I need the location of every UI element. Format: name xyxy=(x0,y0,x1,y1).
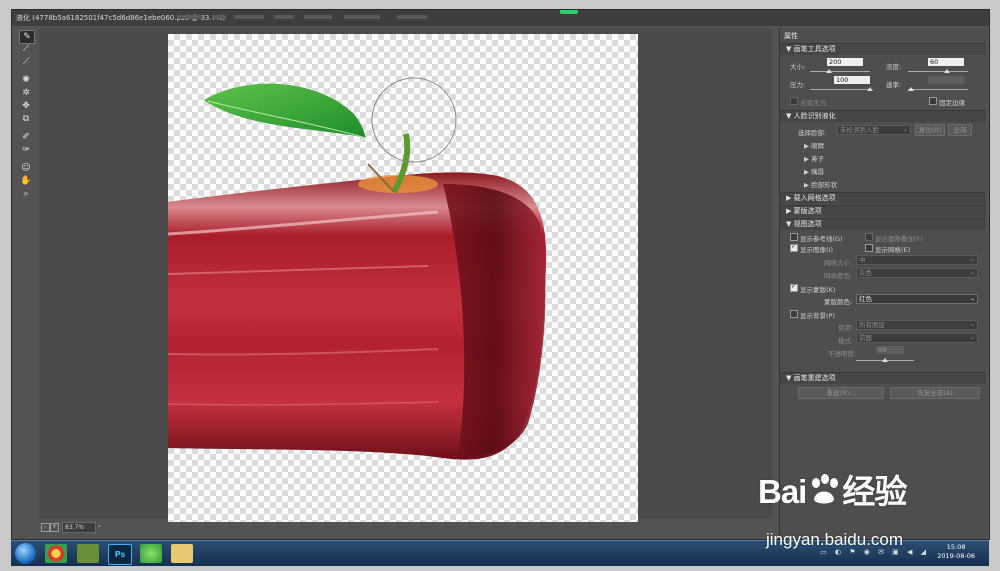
mesh-size-label: 网格大小: xyxy=(824,259,853,267)
show-backdrop-checkbox[interactable] xyxy=(790,310,798,318)
mask-options-header[interactable]: ▶ 蒙版选项 xyxy=(780,205,986,217)
mesh-size-dropdown[interactable]: 中 ⌄ xyxy=(856,255,978,265)
show-mask-label: 显示蒙版(K) xyxy=(800,286,836,294)
liquify-toolbar: ✎ ⟋ ⟋ ✺ ✲ ✥ ⧉ ✐ ✑ ☺ ✋ ⌕ xyxy=(16,30,36,210)
minecraft-icon[interactable] xyxy=(77,544,99,563)
show-image-label: 显示图像(I) xyxy=(800,246,833,254)
update-app-icon[interactable] xyxy=(140,544,162,563)
chevron-down-icon: ⌄ xyxy=(969,269,975,276)
face-tool-icon[interactable]: ☺ xyxy=(19,162,33,174)
zoom-dropdown-icon[interactable]: ⌄ xyxy=(97,522,102,529)
view-options-header[interactable]: ▼ 视图选项 xyxy=(780,218,986,230)
image-canvas[interactable] xyxy=(168,34,638,522)
reconstruct-tool-icon[interactable]: ⟋ xyxy=(19,43,33,55)
size-input[interactable]: 200 xyxy=(827,58,863,66)
load-mesh-options-header[interactable]: ▶ 载入网格选项 xyxy=(780,192,986,204)
watermark-url: jingyan.baidu.com xyxy=(766,530,904,549)
face-item-face-shape[interactable]: ▶ 脸部形状 xyxy=(804,179,837,189)
opacity-label: 不透明度: xyxy=(828,350,857,358)
panel-title: 属性 xyxy=(784,32,798,40)
chevron-down-icon: ⌄ xyxy=(969,256,975,263)
baidu-jingyan-watermark: Bai 经验 jingyan.baidu.com xyxy=(758,463,990,553)
zoom-in-button[interactable]: + xyxy=(50,523,59,532)
apple-image xyxy=(168,77,547,460)
canvas-area[interactable] xyxy=(39,28,772,522)
chevron-down-icon: ⌄ xyxy=(969,295,975,302)
chevron-down-icon: ⌄ xyxy=(902,126,908,133)
pin-edges-checkbox[interactable] xyxy=(929,97,937,105)
window-indicator xyxy=(560,10,578,14)
mask-color-label: 蒙版颜色: xyxy=(824,298,853,306)
zoom-tool-icon[interactable]: ⌕ xyxy=(19,188,33,200)
all-button[interactable]: 全部 xyxy=(948,124,972,136)
stylus-pressure-label: 光笔压力 xyxy=(800,99,826,107)
use-dropdown[interactable]: 所有图层 ⌄ xyxy=(856,320,978,330)
start-button[interactable] xyxy=(15,543,36,564)
thaw-mask-tool-icon[interactable]: ✑ xyxy=(19,144,33,156)
density-input[interactable]: 60 xyxy=(928,58,964,66)
paw-icon xyxy=(806,473,842,507)
liquify-window: 液化 (4778b5a6182501f47c5d6d86e1ebe060.psd… xyxy=(11,9,990,540)
show-guides-label: 显示参考线(G) xyxy=(800,235,843,243)
size-slider[interactable] xyxy=(810,69,870,73)
pressure-input[interactable]: 100 xyxy=(834,76,870,84)
density-slider[interactable] xyxy=(908,69,968,73)
select-face-label: 选择脸部: xyxy=(798,129,827,137)
file-explorer-icon[interactable] xyxy=(171,544,193,563)
use-label: 使用: xyxy=(838,324,854,332)
zoom-level-field[interactable]: 83.7% xyxy=(62,522,96,533)
show-backdrop-label: 显示背景(P) xyxy=(800,312,835,320)
rate-input[interactable] xyxy=(928,76,964,84)
mask-color-dropdown[interactable]: 红色 ⌄ xyxy=(856,294,978,304)
reconstruct-button[interactable]: 重建(R)... xyxy=(798,387,884,399)
mesh-color-dropdown[interactable]: 灰色 ⌄ xyxy=(856,268,978,278)
chevron-down-icon: ⌄ xyxy=(969,321,975,328)
pressure-slider[interactable] xyxy=(810,87,873,91)
show-face-overlay-checkbox[interactable] xyxy=(865,233,873,241)
push-left-tool-icon[interactable]: ⧉ xyxy=(19,113,33,125)
twirl-tool-icon[interactable]: ✺ xyxy=(19,74,33,86)
face-item-eyes[interactable]: ▶ 眼睛 xyxy=(804,140,824,150)
show-guides-checkbox[interactable] xyxy=(790,233,798,241)
pin-edges-label: 固定边缘 xyxy=(939,99,965,107)
reset-button[interactable]: 复位(R) xyxy=(915,124,945,136)
density-label: 浓度: xyxy=(886,63,902,71)
restore-all-button[interactable]: 恢复全部(A) xyxy=(890,387,980,399)
show-image-checkbox[interactable] xyxy=(790,243,798,252)
smooth-tool-icon[interactable]: ⟋ xyxy=(19,56,33,68)
show-mesh-label: 显示网格(E) xyxy=(875,246,911,254)
rate-label: 速率: xyxy=(886,81,902,89)
show-mask-checkbox[interactable] xyxy=(790,283,798,292)
face-item-nose[interactable]: ▶ 鼻子 xyxy=(804,153,824,163)
stylus-pressure-checkbox[interactable] xyxy=(790,97,798,105)
chevron-down-icon: ⌄ xyxy=(969,334,975,341)
size-label: 大小: xyxy=(790,63,806,71)
mode-label: 模式: xyxy=(838,337,854,345)
photoshop-icon[interactable]: Ps xyxy=(108,544,132,565)
clock-date: 2019-08-06 xyxy=(937,552,975,560)
hand-tool-icon[interactable]: ✋ xyxy=(19,175,33,187)
pucker-tool-icon[interactable]: ✲ xyxy=(19,87,33,99)
opacity-input[interactable]: 50 xyxy=(876,346,904,354)
freeze-mask-tool-icon[interactable]: ✐ xyxy=(19,131,33,143)
brush-tool-options-header[interactable]: ▼ 画笔工具选项 xyxy=(780,43,986,55)
title-bar: 液化 (4778b5a6182501f47c5d6d86e1ebe060.psd… xyxy=(12,10,989,26)
mesh-color-label: 网格颜色: xyxy=(824,272,853,280)
bloat-tool-icon[interactable]: ✥ xyxy=(19,100,33,112)
show-face-overlay-label: 显示面部叠加(F) xyxy=(875,235,923,243)
show-mesh-checkbox[interactable] xyxy=(865,244,873,252)
status-bar: - + 83.7% ⌄ xyxy=(39,522,772,534)
mode-dropdown[interactable]: 前面 ⌄ xyxy=(856,333,978,343)
zoom-out-button[interactable]: - xyxy=(41,523,50,532)
select-face-dropdown[interactable]: 未检测到人脸 ⌄ xyxy=(837,125,911,135)
pressure-label: 压力: xyxy=(790,81,806,89)
forward-warp-tool-icon[interactable]: ✎ xyxy=(19,30,35,44)
face-item-mouth[interactable]: ▶ 嘴唇 xyxy=(804,166,824,176)
brush-reconstruct-options-header[interactable]: ▼ 画笔重建选项 xyxy=(780,372,986,384)
opacity-slider[interactable] xyxy=(856,358,914,362)
chrome-icon[interactable] xyxy=(45,544,67,563)
rate-slider[interactable] xyxy=(908,87,968,91)
watermark-brand: Bai 经验 xyxy=(758,473,907,510)
face-aware-liquify-header[interactable]: ▼ 人脸识别液化 xyxy=(780,110,986,122)
